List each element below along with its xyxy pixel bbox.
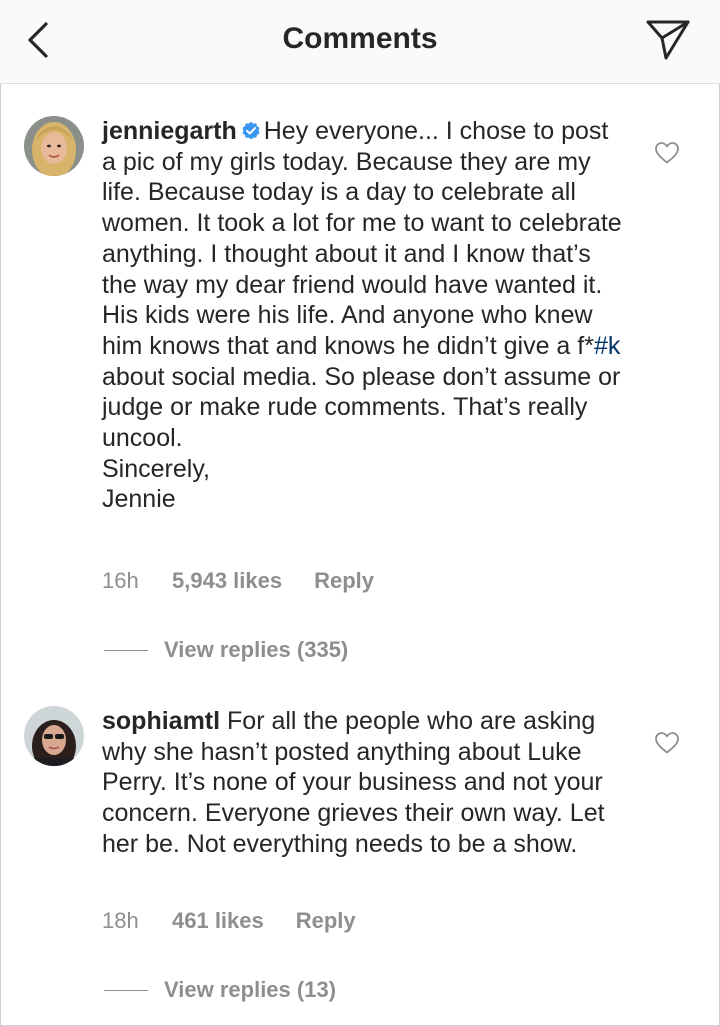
comment-body: sophiamtl For all the people who are ask… [102,706,622,860]
comment-text-continued: about social media. So please don’t assu… [102,362,621,453]
likes-count[interactable]: 5,943 likes [172,568,282,594]
comment-signoff: Sincerely, [102,454,210,483]
reply-button[interactable]: Reply [296,908,356,934]
comment-meta: 16h 5,943 likes Reply [102,568,374,594]
hashtag-link[interactable]: #k [594,332,620,360]
view-replies-label: View replies (335) [164,637,349,662]
comment-meta: 18h 461 likes Reply [102,908,356,934]
comment-text: Hey everyone... I chose to post a pic of… [102,117,622,360]
paper-plane-icon [646,20,690,60]
like-button[interactable] [654,731,680,755]
username-link[interactable]: sophiamtl [102,707,220,735]
avatar[interactable] [24,116,84,176]
page-title: Comments [282,22,438,55]
comment-timestamp: 18h [102,908,139,933]
replies-divider [104,990,148,991]
verified-badge-icon [242,121,260,140]
likes-count[interactable]: 461 likes [172,908,264,934]
share-button[interactable] [644,18,692,62]
heart-icon [655,142,679,164]
comment-timestamp: 16h [102,568,139,593]
top-bar: Comments [0,0,720,84]
reply-button[interactable]: Reply [314,568,374,594]
replies-divider [104,650,148,651]
avatar[interactable] [24,706,84,766]
like-button[interactable] [654,141,680,165]
view-replies-label: View replies (13) [164,977,337,1002]
heart-icon [655,732,679,754]
comment-signature: Jennie [102,485,176,514]
comment-body: jenniegarth Hey everyone... I chose to po… [102,116,622,515]
username-link[interactable]: jenniegarth [102,117,237,145]
